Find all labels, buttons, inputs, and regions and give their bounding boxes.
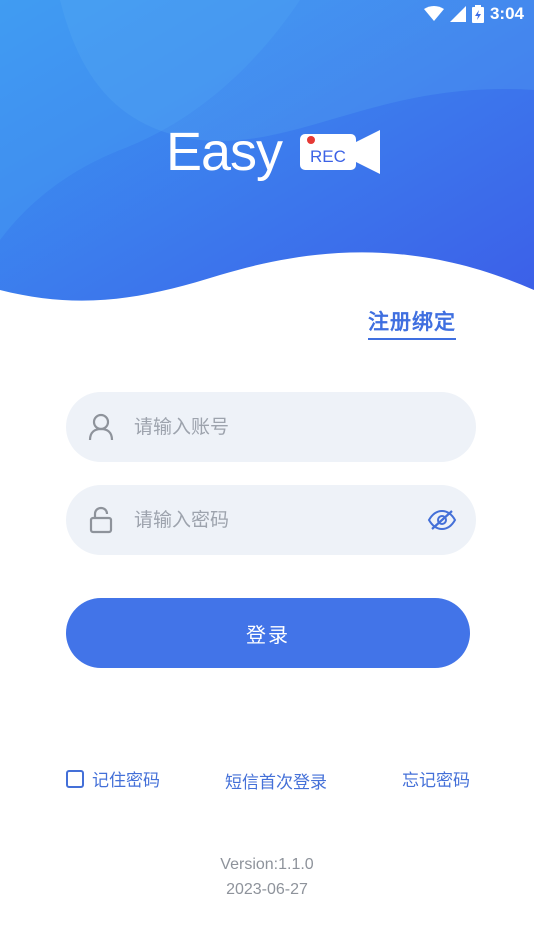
version-text: Version:1.1.0 xyxy=(220,856,314,873)
register-bind-link[interactable]: 注册绑定 xyxy=(368,306,456,340)
logo-badge-text: REC xyxy=(310,147,346,166)
password-input[interactable] xyxy=(132,484,414,556)
wifi-icon xyxy=(423,6,444,21)
easyrec-logo: Easy REC xyxy=(166,122,380,182)
lock-icon xyxy=(70,506,132,534)
status-bar: 3:04 xyxy=(0,0,534,28)
release-date: 2023-06-27 xyxy=(226,881,308,898)
login-button[interactable]: 登录 xyxy=(66,598,470,668)
remember-label: 记住密码 xyxy=(92,771,160,791)
remember-checkbox[interactable] xyxy=(66,769,84,788)
signal-icon xyxy=(449,6,466,22)
eye-off-icon[interactable] xyxy=(414,509,470,531)
logo-text: Easy xyxy=(166,122,283,182)
login-options: 记住密码 短信首次登录 忘记密码 xyxy=(66,764,470,793)
status-time: 3:04 xyxy=(489,4,524,23)
remember-password-toggle[interactable]: 记住密码 xyxy=(66,766,160,791)
battery-icon xyxy=(471,5,484,23)
password-field[interactable] xyxy=(66,484,476,556)
account-field[interactable] xyxy=(66,391,476,463)
user-icon xyxy=(70,413,132,441)
forgot-password-link[interactable]: 忘记密码 xyxy=(402,766,470,791)
account-input[interactable] xyxy=(132,391,476,463)
sms-first-login-link[interactable]: 短信首次登录 xyxy=(225,768,327,793)
header-banner: 3:04 Easy REC xyxy=(0,0,534,310)
